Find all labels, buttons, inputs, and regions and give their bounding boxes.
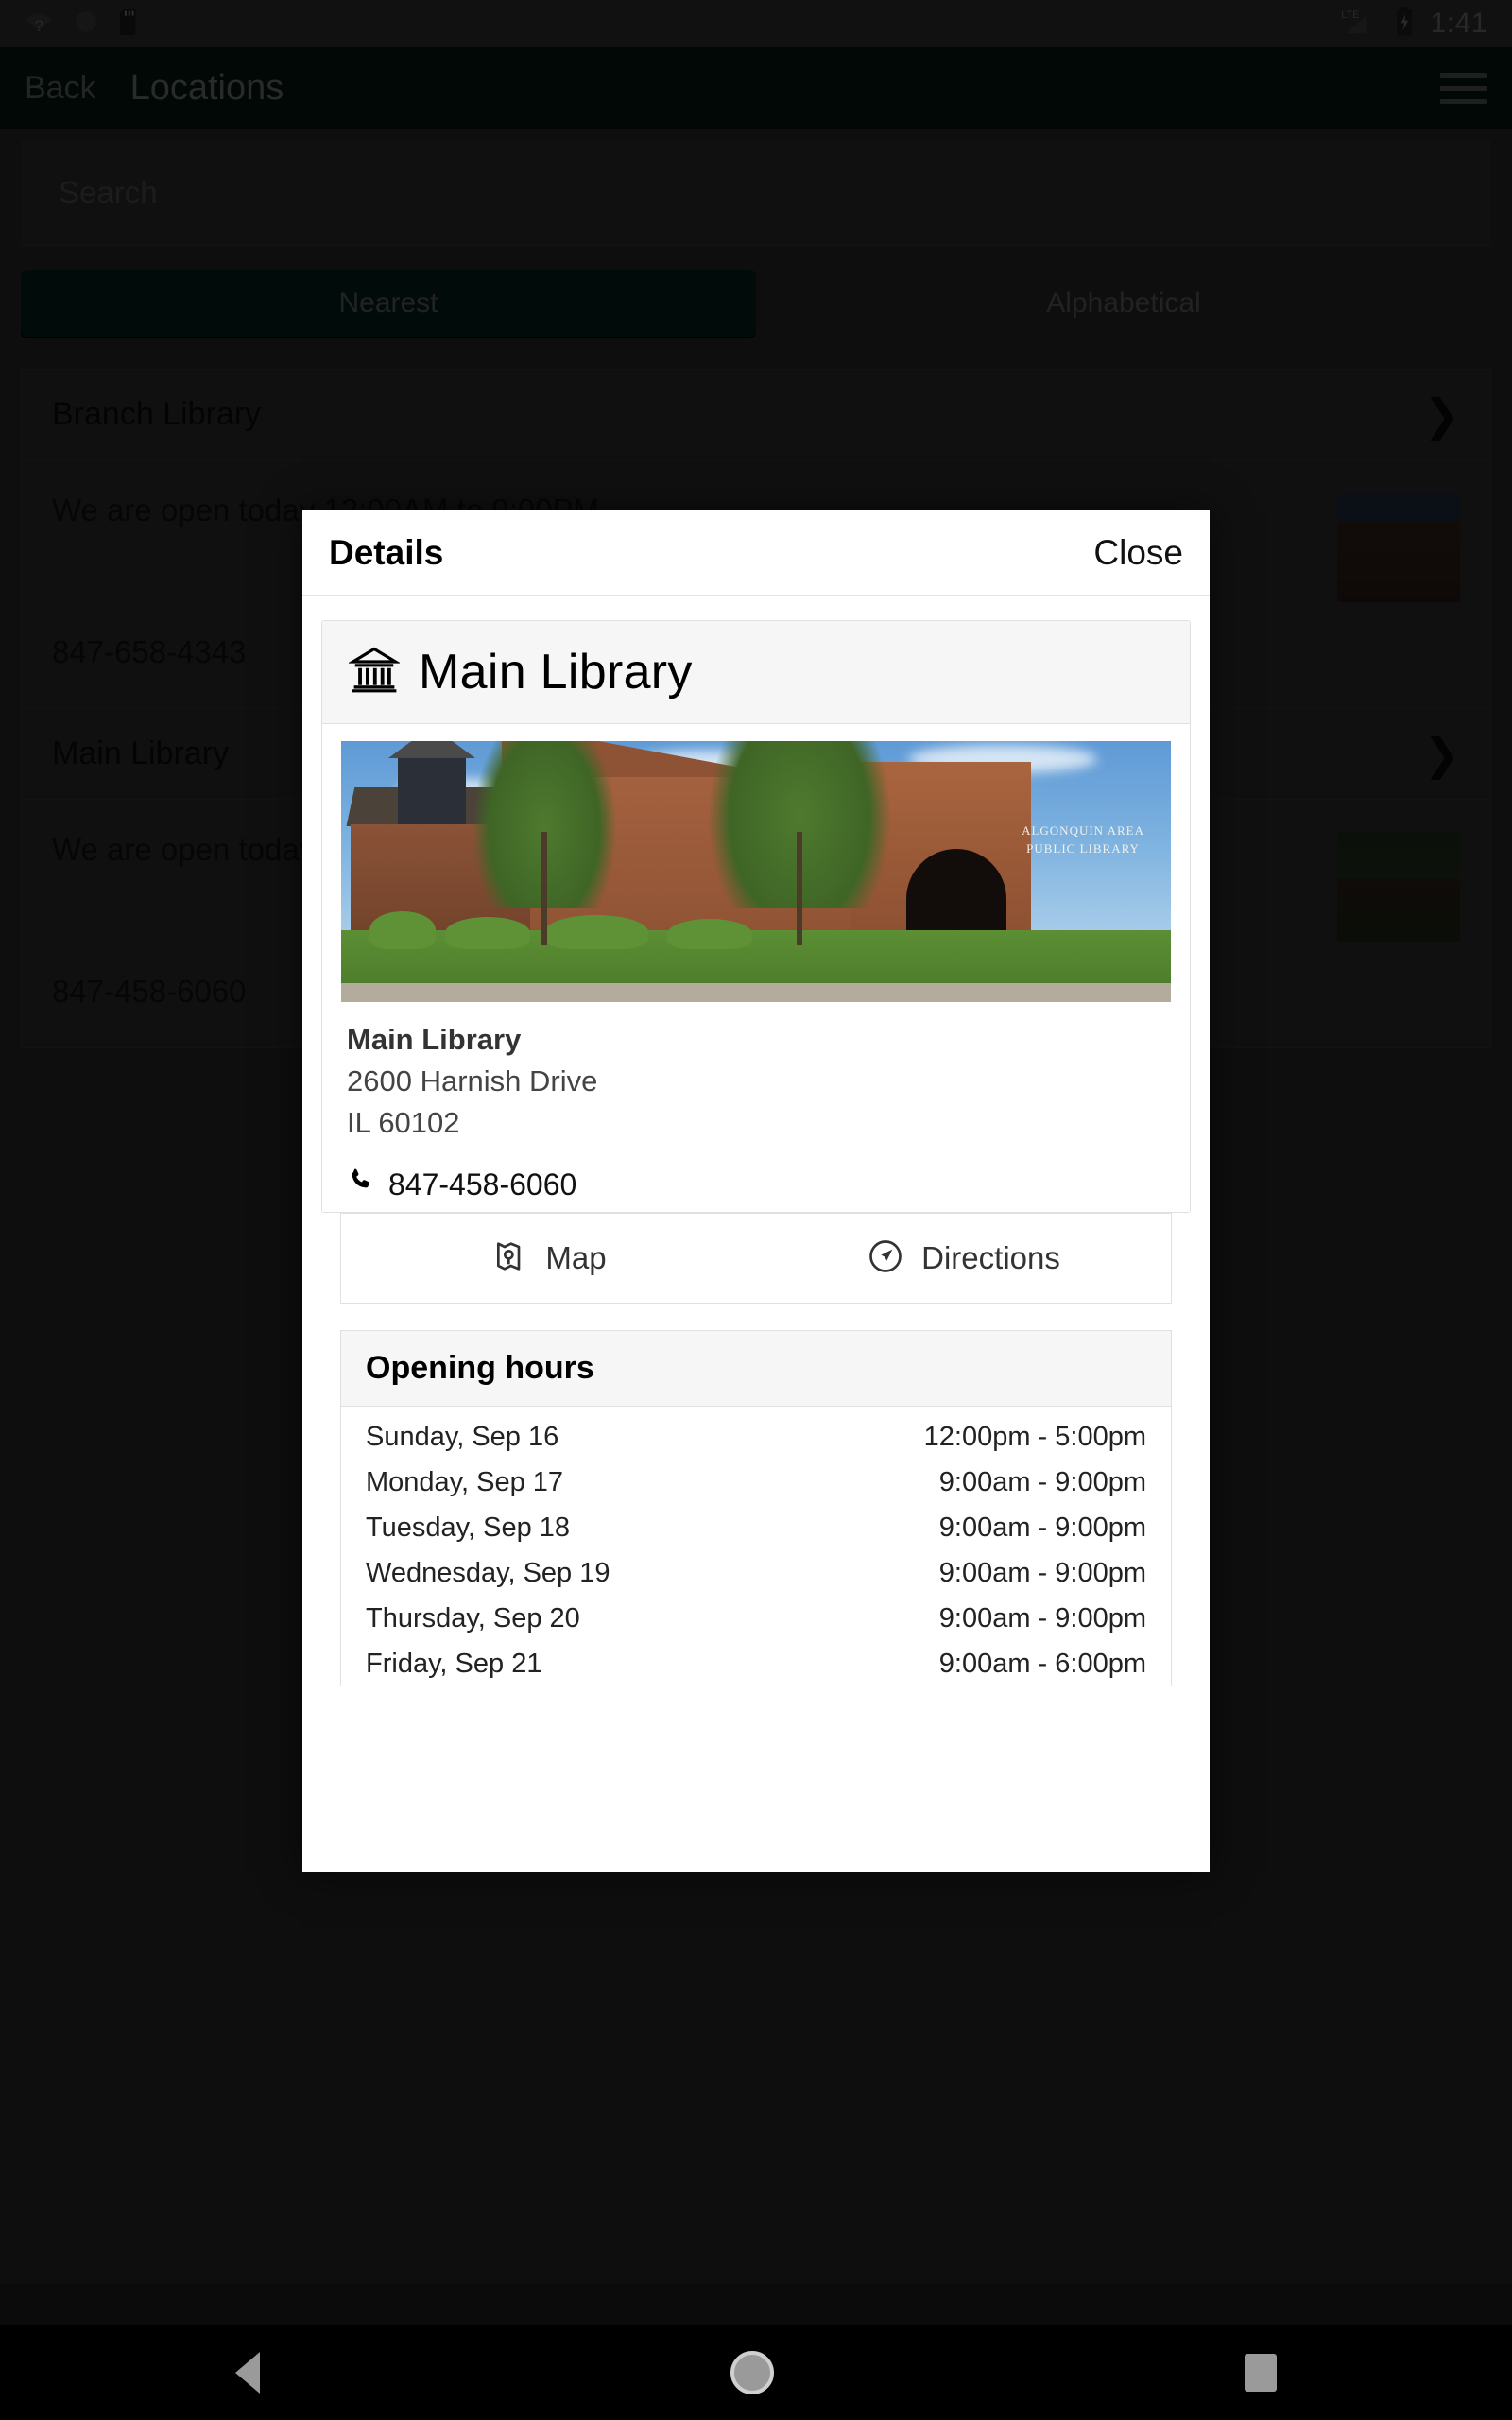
- table-row: Wednesday, Sep 19 9:00am - 9:00pm: [366, 1550, 1146, 1596]
- tree-trunk: [541, 832, 547, 945]
- opening-hours-title: Opening hours: [366, 1350, 594, 1386]
- photo-sign-text: ALGONQUIN AREA PUBLIC LIBRARY: [1022, 822, 1144, 858]
- library-card-header: Main Library: [322, 621, 1190, 724]
- modal-title: Details: [329, 532, 444, 572]
- table-row: Monday, Sep 17 9:00am - 9:00pm: [366, 1460, 1146, 1505]
- hours-time: 9:00am - 9:00pm: [938, 1557, 1146, 1588]
- phone-row[interactable]: 847-458-6060: [347, 1167, 1165, 1202]
- library-building-icon: [347, 645, 402, 700]
- photo-tree: [473, 741, 615, 945]
- directions-label: Directions: [921, 1240, 1060, 1275]
- table-row: Thursday, Sep 20 9:00am - 9:00pm: [366, 1596, 1146, 1641]
- map-icon: [490, 1237, 528, 1280]
- hours-time: 9:00am - 9:00pm: [938, 1466, 1146, 1497]
- hours-day: Tuesday, Sep 18: [366, 1512, 571, 1543]
- hours-time: 9:00am - 6:00pm: [938, 1648, 1146, 1679]
- address-name: Main Library: [347, 1023, 522, 1056]
- directions-icon: [867, 1237, 904, 1280]
- phone-number: 847-458-6060: [388, 1167, 577, 1201]
- address-block: Main Library 2600 Harnish Drive IL 60102…: [322, 1002, 1190, 1212]
- photo-tree: [710, 741, 889, 945]
- photo-sign-line2: PUBLIC LIBRARY: [1026, 840, 1140, 856]
- action-bar: Map Directions: [340, 1213, 1172, 1304]
- map-label: Map: [545, 1240, 607, 1275]
- directions-button[interactable]: Directions: [756, 1237, 1171, 1280]
- nav-recents-icon[interactable]: [1245, 2354, 1277, 2392]
- nav-back-icon[interactable]: [235, 2352, 260, 2394]
- modal-body: Main Library ALGONQUIN AREA PUBLIC LIBRA…: [302, 596, 1210, 1686]
- close-button[interactable]: Close: [1093, 533, 1183, 573]
- table-row: Sunday, Sep 16 12:00pm - 5:00pm: [366, 1414, 1146, 1460]
- modal-header: Details Close: [302, 510, 1210, 596]
- table-row: Tuesday, Sep 18 9:00am - 9:00pm: [366, 1505, 1146, 1550]
- address-region: IL 60102: [347, 1106, 460, 1139]
- hours-day: Sunday, Sep 16: [366, 1421, 559, 1452]
- table-row: Friday, Sep 21 9:00am - 6:00pm: [366, 1641, 1146, 1686]
- hours-day: Thursday, Sep 20: [366, 1602, 580, 1634]
- hours-day: Friday, Sep 21: [366, 1648, 542, 1679]
- library-card-title: Main Library: [419, 645, 693, 700]
- device-screen: ? LTE: [0, 0, 1512, 2420]
- library-photo: ALGONQUIN AREA PUBLIC LIBRARY: [341, 741, 1171, 1002]
- hours-day: Wednesday, Sep 19: [366, 1557, 610, 1588]
- map-button[interactable]: Map: [341, 1237, 756, 1280]
- address-street: 2600 Harnish Drive: [347, 1064, 598, 1098]
- photo-sign-line1: ALGONQUIN AREA: [1022, 823, 1144, 838]
- photo-tower: [388, 741, 475, 826]
- nav-home-icon[interactable]: [730, 2351, 774, 2394]
- opening-hours-header: Opening hours: [341, 1331, 1171, 1407]
- hours-time: 9:00am - 9:00pm: [938, 1512, 1146, 1543]
- photo-hedge: [369, 911, 436, 949]
- phone-icon: [347, 1167, 375, 1202]
- tree-trunk: [797, 832, 802, 945]
- hours-time: 12:00pm - 5:00pm: [923, 1421, 1146, 1452]
- hours-day: Monday, Sep 17: [366, 1466, 564, 1497]
- opening-hours-rows: Sunday, Sep 16 12:00pm - 5:00pm Monday, …: [341, 1407, 1171, 1686]
- android-nav-bar: [0, 2325, 1512, 2420]
- opening-hours-card: Opening hours Sunday, Sep 16 12:00pm - 5…: [340, 1330, 1172, 1686]
- hours-time: 9:00am - 9:00pm: [938, 1602, 1146, 1634]
- library-card: Main Library ALGONQUIN AREA PUBLIC LIBRA…: [321, 620, 1191, 1213]
- details-modal: Details Close Main Library ALGONQUIN ARE…: [302, 510, 1210, 1872]
- photo-walkway: [341, 983, 1171, 1002]
